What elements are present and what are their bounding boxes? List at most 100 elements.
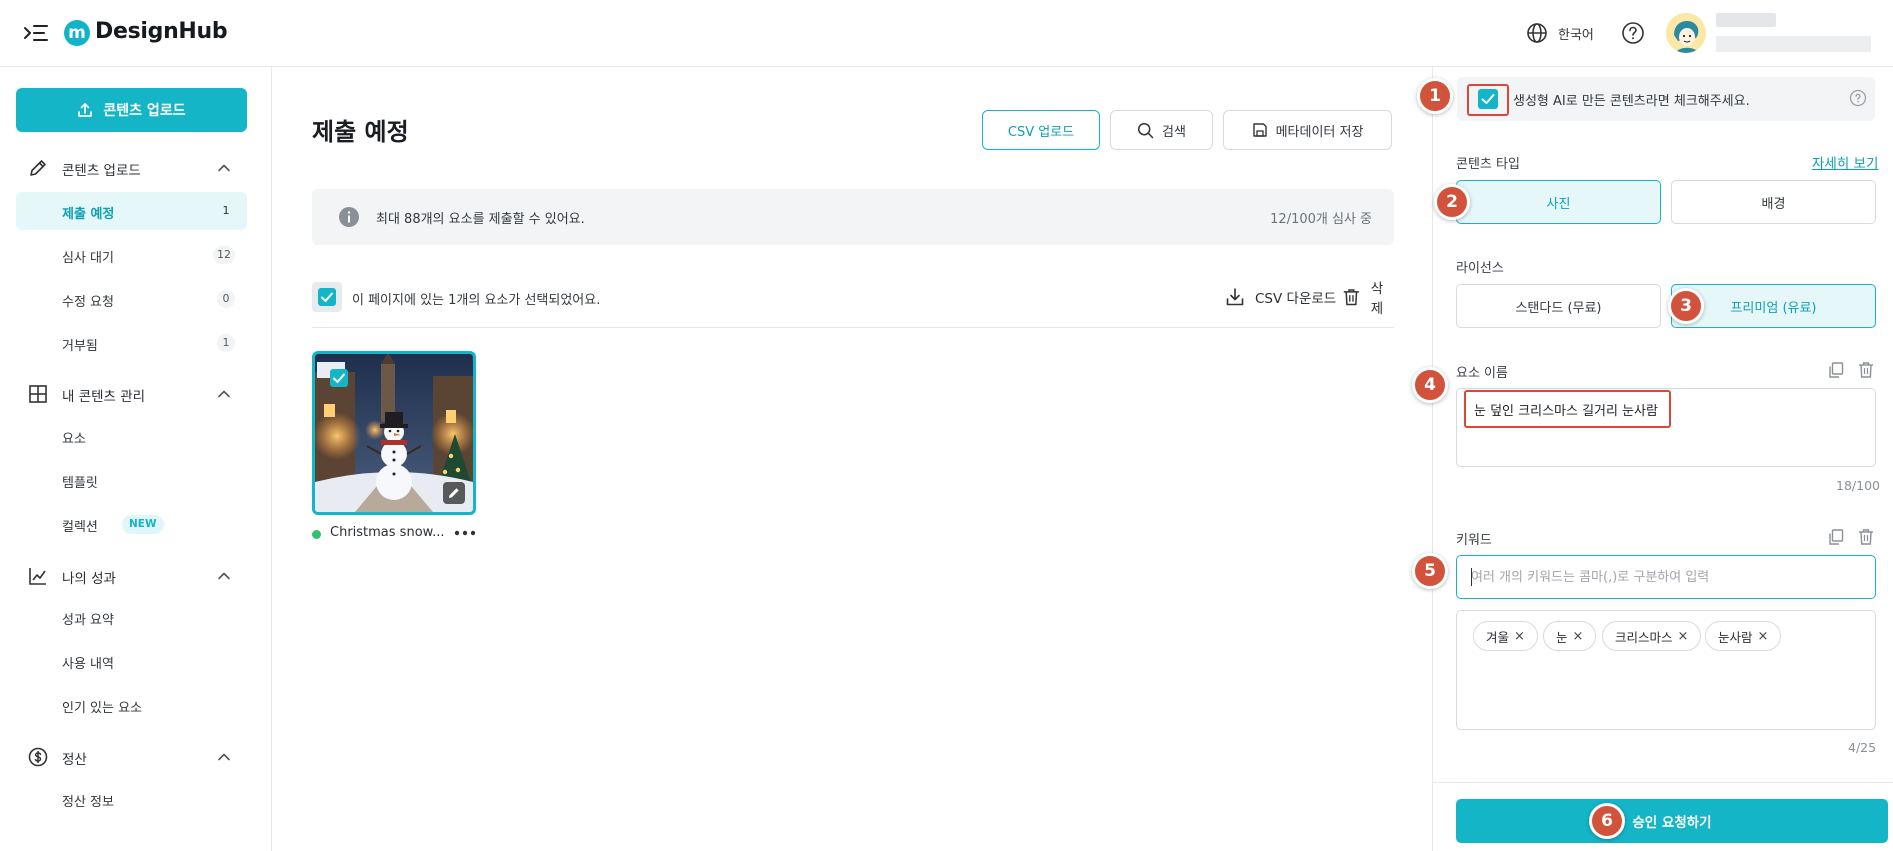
content-name: Christmas snow... (330, 525, 445, 540)
content-thumbnail-card[interactable] (312, 351, 476, 515)
remove-tag-icon[interactable]: × (1678, 629, 1689, 644)
step-marker-3: 3 (1668, 288, 1704, 324)
keyword-input-box[interactable] (1456, 555, 1876, 599)
chevron-up-icon[interactable] (216, 568, 232, 584)
count-badge: 12 (213, 246, 235, 264)
text-caret (1471, 568, 1472, 586)
keywords-label: 키워드 (1456, 533, 1492, 548)
sidebar-item-templates[interactable]: 템플릿 (16, 461, 247, 499)
delete-button[interactable]: 삭제 (1342, 281, 1394, 317)
content-type-option-photo[interactable]: 사진 (1456, 180, 1661, 224)
save-metadata-button[interactable]: 메타데이터 저장 (1223, 110, 1392, 150)
keyword-input[interactable] (1471, 566, 1861, 588)
panel-footer-divider (1432, 782, 1893, 783)
content-upload-label: 콘텐츠 업로드 (103, 103, 186, 119)
pencil-icon (449, 488, 459, 498)
csv-upload-button[interactable]: CSV 업로드 (982, 110, 1100, 150)
language-label: 한국어 (1558, 27, 1594, 43)
sidebar: 콘텐츠 업로드 콘텐츠 업로드 제출 예정 1 심사 대기 12 수정 요청 0… (0, 67, 272, 851)
keyword-tag[interactable]: 크리스마스 × (1602, 621, 1702, 651)
trash-icon[interactable] (1857, 528, 1875, 546)
chart-line-icon (29, 568, 46, 585)
request-approval-button[interactable]: 승인 요청하기 (1456, 799, 1888, 843)
review-status: 12/100개 심사 중 (1270, 212, 1372, 227)
request-approval-label: 승인 요청하기 (1632, 815, 1712, 831)
trash-icon[interactable] (1857, 361, 1875, 379)
help-icon[interactable] (1620, 20, 1646, 46)
search-button[interactable]: 검색 (1110, 110, 1213, 150)
sidebar-item-under-review[interactable]: 심사 대기 12 (16, 236, 247, 274)
option-label: 프리미엄 (유료) (1730, 300, 1817, 316)
thumbnail-checkbox[interactable] (330, 369, 348, 387)
check-icon (321, 292, 333, 302)
info-banner: 최대 88개의 요소를 제출할 수 있어요. 12/100개 심사 중 (312, 189, 1394, 245)
sidebar-section-my-performance[interactable]: 나의 성과 (0, 561, 272, 591)
sidebar-item-pending-submission[interactable]: 제출 예정 1 (16, 192, 247, 230)
keyword-tag[interactable]: 겨울 × (1473, 621, 1538, 651)
sidebar-item-popular-elements[interactable]: 인기 있는 요소 (16, 686, 247, 724)
globe-icon (1527, 23, 1547, 43)
check-icon (1481, 94, 1495, 104)
info-icon (339, 207, 359, 227)
new-badge: NEW (122, 515, 164, 534)
sidebar-item-elements[interactable]: 요소 (16, 417, 247, 455)
sidebar-item-revision-requested[interactable]: 수정 요청 0 (16, 280, 247, 318)
check-icon (333, 373, 345, 383)
option-label: 사진 (1546, 196, 1571, 212)
count-badge: 1 (217, 334, 235, 352)
copy-icon[interactable] (1827, 361, 1845, 379)
chevron-up-icon[interactable] (216, 386, 232, 402)
sidebar-item-performance-summary[interactable]: 성과 요약 (16, 598, 247, 636)
help-icon[interactable] (1849, 89, 1867, 107)
keywords-counter: 4/25 (1848, 740, 1877, 755)
remove-tag-icon[interactable]: × (1758, 629, 1769, 644)
remove-tag-icon[interactable]: × (1514, 629, 1525, 644)
sidebar-item-label: 컬렉션 (62, 520, 98, 535)
element-name-counter: 18/100 (1836, 478, 1880, 493)
sidebar-item-settlement-info[interactable]: 정산 정보 (16, 780, 247, 818)
page-title: 제출 예정 (312, 118, 409, 146)
select-all-checkbox[interactable] (312, 282, 342, 312)
menu-collapse-icon[interactable] (22, 20, 50, 46)
remove-tag-icon[interactable]: × (1573, 629, 1584, 644)
keyword-tag[interactable]: 눈사람 × (1705, 621, 1782, 651)
content-type-option-background[interactable]: 배경 (1671, 180, 1876, 224)
sidebar-section-my-content[interactable]: 내 콘텐츠 관리 (0, 379, 272, 409)
detail-link[interactable]: 자세히 보기 (1812, 152, 1878, 172)
sidebar-section-content-upload[interactable]: 콘텐츠 업로드 (0, 153, 272, 183)
search-icon (1137, 122, 1154, 138)
edit-button[interactable] (443, 482, 465, 504)
step-marker-1: 1 (1417, 78, 1453, 114)
logo-text[interactable]: DesignHub (95, 19, 228, 44)
chevron-up-icon[interactable] (216, 749, 232, 765)
logo-icon[interactable]: m (64, 20, 90, 46)
top-header: m DesignHub 한국어 (0, 0, 1893, 67)
ai-generated-checkbox[interactable] (1478, 89, 1498, 109)
keyword-tag[interactable]: 눈 × (1543, 621, 1597, 651)
avatar[interactable] (1666, 13, 1706, 53)
language-selector[interactable]: 한국어 (1526, 20, 1594, 46)
sidebar-section-label: 내 콘텐츠 관리 (62, 389, 146, 405)
content-upload-button[interactable]: 콘텐츠 업로드 (16, 88, 247, 132)
sidebar-section-settlement[interactable]: 정산 (0, 742, 272, 772)
sidebar-item-rejected[interactable]: 거부됨 1 (16, 324, 247, 362)
chevron-up-icon[interactable] (216, 160, 232, 176)
checkbox-checked (318, 288, 336, 306)
sidebar-item-usage-history[interactable]: 사용 내역 (16, 642, 247, 680)
more-options-icon[interactable] (452, 524, 478, 542)
delete-label: 삭제 (1370, 281, 1384, 317)
csv-download-button[interactable]: CSV 다운로드 (1225, 286, 1336, 308)
sidebar-item-collections[interactable]: 컬렉션 NEW (16, 505, 247, 543)
selection-count-text: 이 페이지에 있는 1개의 요소가 선택되었어요. (352, 293, 601, 308)
sidebar-section-label: 콘텐츠 업로드 (62, 163, 141, 179)
copy-icon[interactable] (1827, 528, 1845, 546)
grid-icon (29, 385, 47, 403)
download-icon (1226, 288, 1244, 306)
sidebar-item-label: 인기 있는 요소 (62, 701, 143, 716)
status-dot (312, 530, 321, 539)
avatar-image (1666, 13, 1706, 53)
license-option-standard[interactable]: 스탠다드 (무료) (1456, 284, 1661, 328)
sidebar-section-label: 정산 (62, 752, 87, 768)
sidebar-item-label: 거부됨 (62, 339, 98, 354)
upload-icon (78, 103, 93, 117)
